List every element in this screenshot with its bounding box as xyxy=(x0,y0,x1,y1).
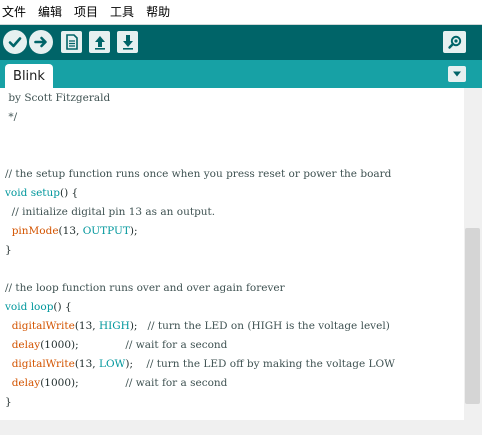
code-token: (13, xyxy=(74,358,99,370)
tab-menu-button[interactable] xyxy=(448,66,466,82)
code-line: // the loop function runs over and over … xyxy=(5,279,285,298)
code-line: // the setup function runs once when you… xyxy=(5,165,391,184)
code-token: pinMode xyxy=(11,225,59,237)
code-token: void xyxy=(5,301,28,313)
code-token: delay xyxy=(11,339,41,351)
code-line: } xyxy=(5,241,12,260)
code-line: */ xyxy=(5,108,17,127)
horizontal-scrollbar[interactable] xyxy=(0,420,482,435)
code-token: } xyxy=(5,396,12,408)
code-token: // turn the LED on (HIGH is the voltage … xyxy=(147,320,390,332)
code-token: // initialize digital pin 13 as an outpu… xyxy=(5,206,216,218)
menu-help[interactable]: 帮助 xyxy=(146,0,170,24)
code-line: delay(1000); // wait for a second xyxy=(5,374,228,393)
code-token: } xyxy=(5,244,12,256)
menu-sketch[interactable]: 项目 xyxy=(74,0,98,24)
code-token: // the loop function runs over and over … xyxy=(5,282,285,294)
menu-edit[interactable]: 编辑 xyxy=(38,0,62,24)
save-button[interactable] xyxy=(117,31,138,53)
code-token: () { xyxy=(60,187,79,199)
code-line: pinMode(13, OUTPUT); xyxy=(5,222,138,241)
vertical-scroll-thumb[interactable] xyxy=(465,228,480,404)
toolbar xyxy=(0,24,482,60)
vertical-scrollbar[interactable] xyxy=(464,88,482,420)
code-token: loop xyxy=(30,301,54,313)
menu-bar: 文件 编辑 项目 工具 帮助 xyxy=(0,0,482,24)
code-line: digitalWrite(13, LOW); // turn the LED o… xyxy=(5,355,395,374)
document-icon xyxy=(65,34,78,50)
menu-tools[interactable]: 工具 xyxy=(110,0,134,24)
code-token: ); xyxy=(129,320,148,332)
new-button[interactable] xyxy=(61,31,82,53)
code-token: by Scott Fitzgerald xyxy=(5,92,111,104)
code-token: // wait for a second xyxy=(125,339,228,351)
code-line: // initialize digital pin 13 as an outpu… xyxy=(5,203,215,222)
menu-file[interactable]: 文件 xyxy=(2,0,26,24)
open-button[interactable] xyxy=(89,31,110,53)
code-line: void setup() { xyxy=(5,184,78,203)
code-editor[interactable]: by Scott Fitzgerald */ // the setup funct… xyxy=(0,88,464,420)
code-token: ); xyxy=(125,358,147,370)
code-line: delay(1000); // wait for a second xyxy=(5,336,228,355)
arrow-down-icon xyxy=(122,35,133,50)
magnifier-icon xyxy=(447,35,461,49)
arrow-right-icon xyxy=(34,36,47,48)
code-token: delay xyxy=(11,377,41,389)
code-token: (13, xyxy=(74,320,99,332)
code-token: */ xyxy=(5,111,18,123)
upload-button[interactable] xyxy=(29,30,53,54)
checkmark-icon xyxy=(8,37,22,48)
code-token: OUTPUT xyxy=(82,225,130,237)
code-token: ); xyxy=(129,225,138,237)
code-token: () { xyxy=(53,301,72,313)
code-token: digitalWrite xyxy=(11,320,75,332)
code-token: // turn the LED off by making the voltag… xyxy=(146,358,395,370)
triangle-down-icon xyxy=(453,71,461,77)
code-token: HIGH xyxy=(98,320,130,332)
code-line: digitalWrite(13, HIGH); // turn the LED … xyxy=(5,317,390,336)
code-token: (1000); xyxy=(40,377,126,389)
code-token: (1000); xyxy=(40,339,126,351)
serial-monitor-button[interactable] xyxy=(443,31,466,53)
code-token: LOW xyxy=(98,358,126,370)
code-line: } xyxy=(5,393,12,412)
code-line: void loop() { xyxy=(5,298,72,317)
tab-blink[interactable]: Blink xyxy=(5,64,53,88)
code-token: digitalWrite xyxy=(11,358,75,370)
code-token: setup xyxy=(30,187,60,199)
code-token: void xyxy=(5,187,28,199)
verify-button[interactable] xyxy=(3,30,27,54)
tab-label: Blink xyxy=(13,68,45,84)
code-line: by Scott Fitzgerald xyxy=(5,89,110,108)
arrow-up-icon xyxy=(94,36,105,50)
code-token: (13, xyxy=(58,225,83,237)
code-token: // wait for a second xyxy=(125,377,228,389)
code-token: // the setup function runs once when you… xyxy=(5,168,392,180)
tab-strip: Blink xyxy=(0,60,482,88)
